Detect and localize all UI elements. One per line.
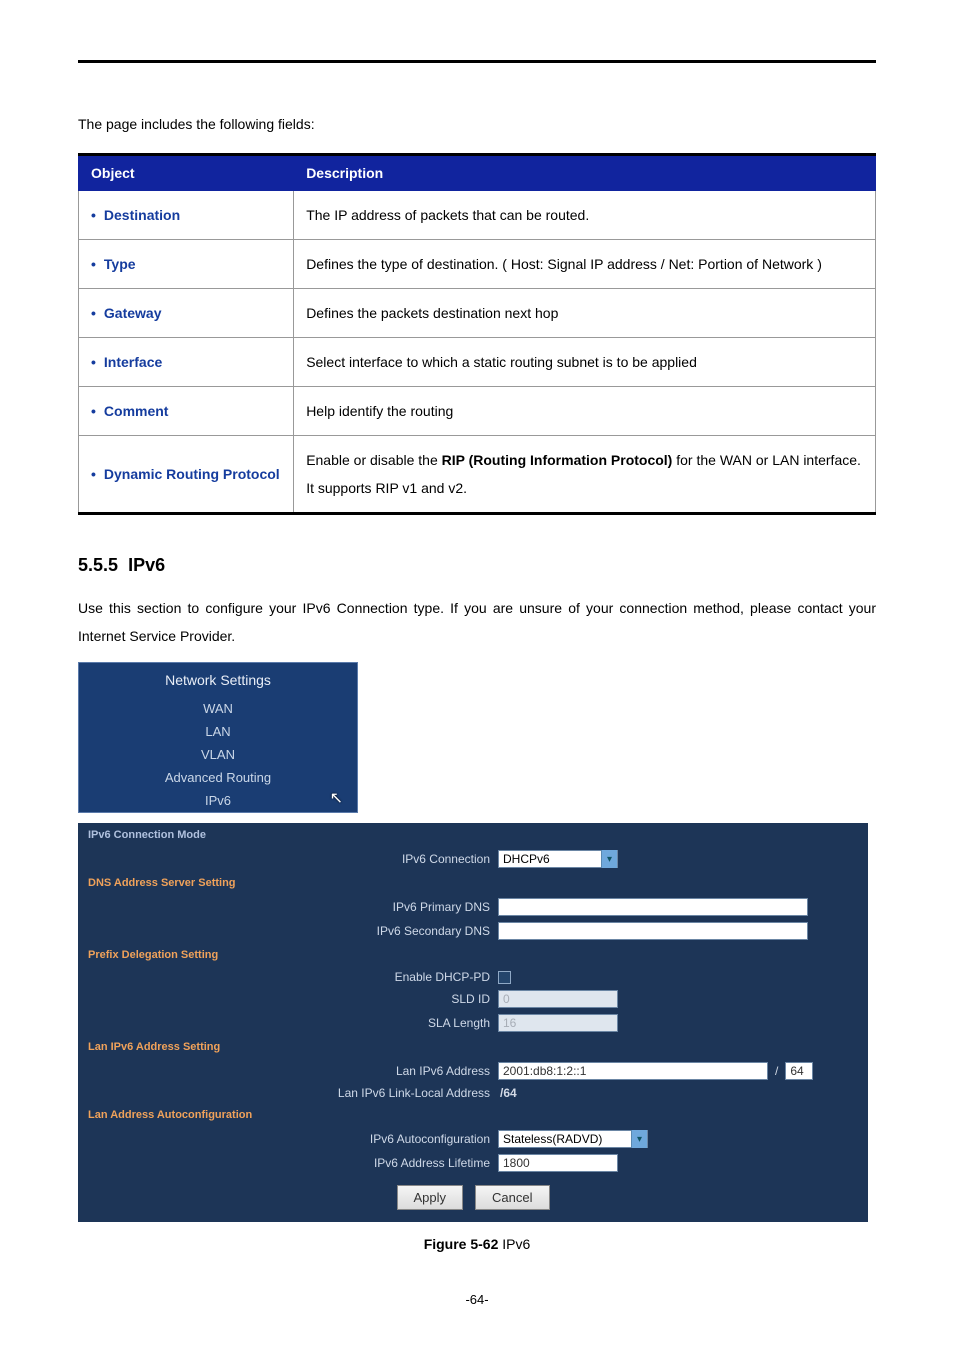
nav-item-advanced-routing[interactable]: Advanced Routing xyxy=(79,766,357,789)
page-top-rule xyxy=(78,60,876,63)
nav-item-ipv6[interactable]: IPv6 xyxy=(79,789,357,812)
section-heading: 5.5.5 IPv6 xyxy=(78,555,876,576)
bullet-icon: • xyxy=(91,207,104,223)
apply-button[interactable]: Apply xyxy=(397,1185,464,1210)
table-row: •Interface Select interface to which a s… xyxy=(79,338,876,387)
label-ipv6-autoconf: IPv6 Autoconfiguration xyxy=(78,1132,498,1146)
slash-separator: / xyxy=(772,1064,781,1078)
bullet-icon: • xyxy=(91,305,104,321)
label-ipv6-primary-dns: IPv6 Primary DNS xyxy=(78,900,498,914)
desc-text: The IP address of packets that can be ro… xyxy=(294,191,876,240)
obj-label: Gateway xyxy=(104,305,162,321)
section-lan-ipv6-address: Lan IPv6 Address Setting xyxy=(78,1035,868,1059)
label-lan-ipv6-link-local: Lan IPv6 Link-Local Address xyxy=(78,1086,498,1100)
label-sld-id: SLD ID xyxy=(78,992,498,1006)
table-row: •Gateway Defines the packets destination… xyxy=(79,289,876,338)
th-object: Object xyxy=(79,155,294,191)
obj-label: Destination xyxy=(104,207,180,223)
checkbox-enable-dhcp-pd[interactable] xyxy=(498,971,511,984)
value-lan-ipv6-link-local: /64 xyxy=(498,1086,517,1100)
intro-text: The page includes the following fields: xyxy=(78,113,876,135)
bullet-icon: • xyxy=(91,466,104,482)
cursor-icon: ↖ xyxy=(330,788,343,808)
obj-label: Dynamic Routing Protocol xyxy=(104,466,280,482)
nav-item-lan[interactable]: LAN xyxy=(79,720,357,743)
section-dns-address: DNS Address Server Setting xyxy=(78,871,868,895)
obj-label: Interface xyxy=(104,354,162,370)
select-ipv6-autoconf[interactable]: Stateless(RADVD) ▾ xyxy=(498,1130,648,1148)
obj-label: Comment xyxy=(104,403,169,419)
chevron-down-icon: ▾ xyxy=(631,1130,647,1148)
fields-table: Object Description •Destination The IP a… xyxy=(78,153,876,515)
label-sla-length: SLA Length xyxy=(78,1016,498,1030)
table-row: •Destination The IP address of packets t… xyxy=(79,191,876,240)
label-enable-dhcp-pd: Enable DHCP-PD xyxy=(78,970,498,984)
input-ipv6-lifetime[interactable] xyxy=(498,1154,618,1172)
cancel-button[interactable]: Cancel xyxy=(475,1185,549,1210)
label-lan-ipv6-address: Lan IPv6 Address xyxy=(78,1064,498,1078)
nav-item-vlan[interactable]: VLAN xyxy=(79,743,357,766)
bullet-icon: • xyxy=(91,403,104,419)
desc-text: Defines the packets destination next hop xyxy=(294,289,876,338)
table-row: •Dynamic Routing Protocol Enable or disa… xyxy=(79,436,876,514)
nav-item-wan[interactable]: WAN xyxy=(79,697,357,720)
chevron-down-icon: ▾ xyxy=(601,850,617,868)
input-lan-ipv6-address[interactable] xyxy=(498,1062,768,1080)
input-sld-id[interactable] xyxy=(498,990,618,1008)
bullet-icon: • xyxy=(91,354,104,370)
figure-caption: Figure 5-62 IPv6 xyxy=(78,1236,876,1252)
input-sla-length[interactable] xyxy=(498,1014,618,1032)
desc-text: Select interface to which a static routi… xyxy=(294,338,876,387)
desc-text: Defines the type of destination. ( Host:… xyxy=(294,240,876,289)
nav-header: Network Settings xyxy=(79,663,357,697)
section-prefix-delegation: Prefix Delegation Setting xyxy=(78,943,868,967)
label-ipv6-secondary-dns: IPv6 Secondary DNS xyxy=(78,924,498,938)
ipv6-settings-panel: IPv6 Connection Mode IPv6 Connection DHC… xyxy=(78,823,868,1222)
section-ipv6-conn-mode: IPv6 Connection Mode xyxy=(78,823,868,847)
page-number: -64- xyxy=(78,1292,876,1307)
desc-text: Enable or disable the RIP (Routing Infor… xyxy=(294,436,876,514)
input-ipv6-primary-dns[interactable] xyxy=(498,898,808,916)
input-lan-ipv6-prefix[interactable] xyxy=(785,1062,813,1080)
input-ipv6-secondary-dns[interactable] xyxy=(498,922,808,940)
select-ipv6-connection[interactable]: DHCPv6 ▾ xyxy=(498,850,618,868)
obj-label: Type xyxy=(104,256,136,272)
bullet-icon: • xyxy=(91,256,104,272)
table-row: •Comment Help identify the routing xyxy=(79,387,876,436)
table-row: •Type Defines the type of destination. (… xyxy=(79,240,876,289)
desc-text: Help identify the routing xyxy=(294,387,876,436)
network-settings-nav: Network Settings WAN LAN VLAN Advanced R… xyxy=(78,662,358,813)
th-description: Description xyxy=(294,155,876,191)
label-ipv6-connection: IPv6 Connection xyxy=(78,852,498,866)
section-body: Use this section to configure your IPv6 … xyxy=(78,594,876,650)
label-ipv6-lifetime: IPv6 Address Lifetime xyxy=(78,1156,498,1170)
section-lan-autoconf: Lan Address Autoconfiguration xyxy=(78,1103,868,1127)
